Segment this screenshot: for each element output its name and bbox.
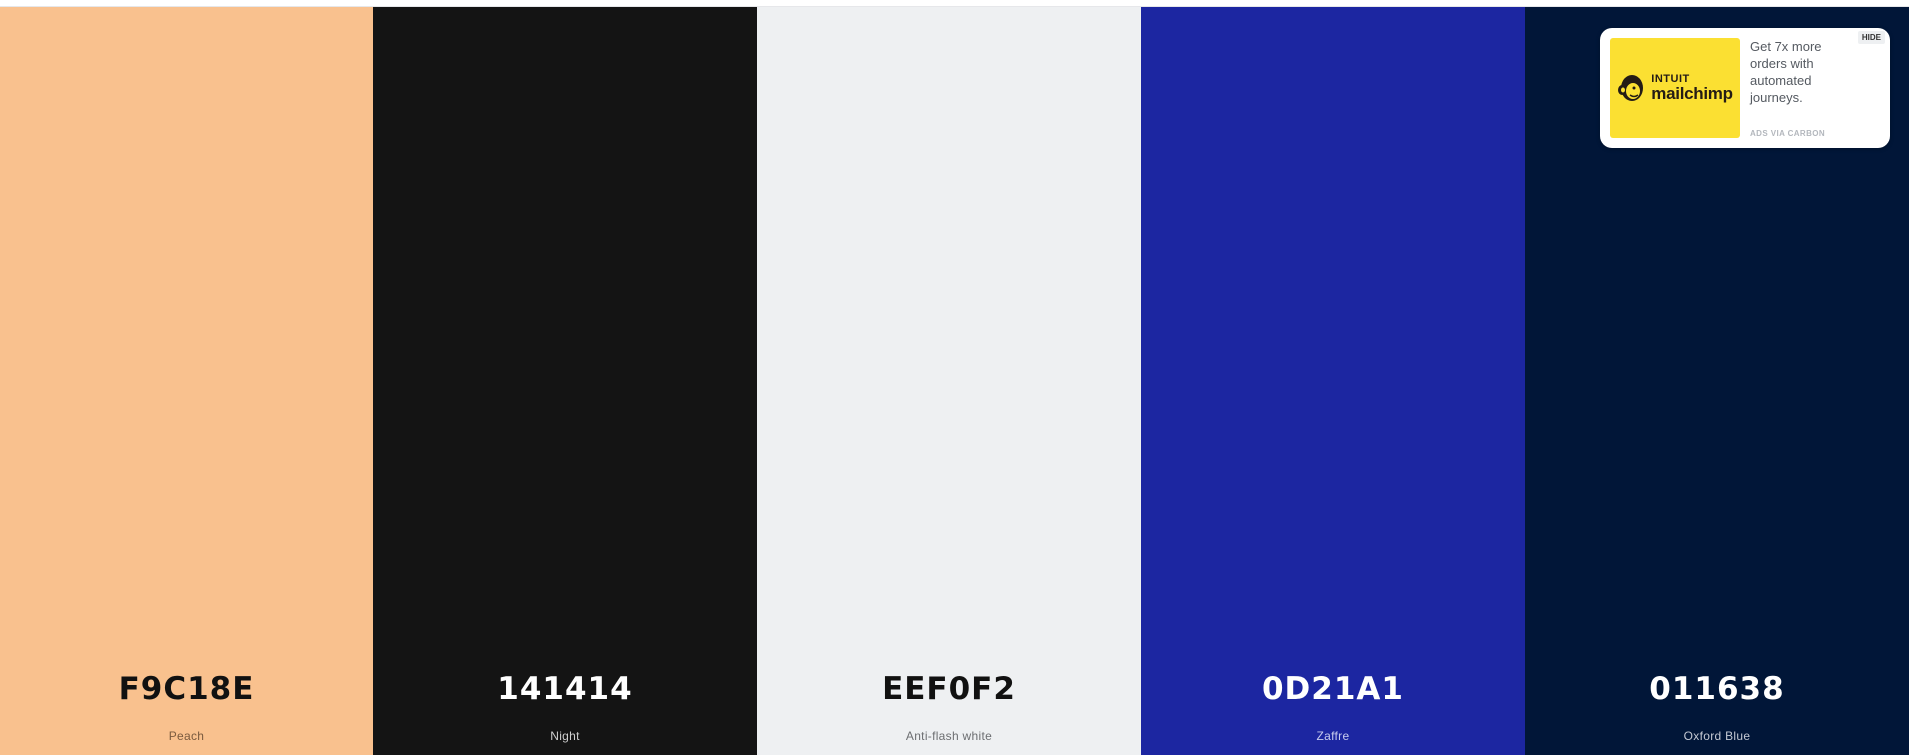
color-hex-code[interactable]: F9C18E [0, 671, 373, 707]
color-hex-code[interactable]: 141414 [373, 671, 757, 707]
color-swatch-zaffre[interactable]: 0D21A1 Zaffre [1141, 7, 1525, 755]
color-hex-code[interactable]: 0D21A1 [1141, 671, 1525, 707]
color-name: Oxford Blue [1683, 729, 1751, 743]
carbon-ad-card: INTUIT mailchimp Get 7x more orders with… [1600, 28, 1890, 148]
ads-via-carbon-link[interactable]: ADS VIA CARBON [1750, 129, 1825, 138]
color-name: Night [550, 729, 580, 743]
ad-image[interactable]: INTUIT mailchimp [1610, 38, 1740, 138]
color-swatch-peach[interactable]: F9C18E Peach [0, 7, 373, 755]
mailchimp-logo: INTUIT mailchimp [1617, 71, 1733, 105]
brand-bottom-text: mailchimp [1651, 84, 1733, 103]
ad-text-link[interactable]: Get 7x more orders with automated journe… [1750, 38, 1850, 106]
color-hex-code[interactable]: 011638 [1525, 671, 1909, 707]
color-name: Anti-flash white [905, 729, 993, 743]
freddie-monkey-icon [1618, 75, 1644, 101]
color-swatch-anti-flash-white[interactable]: EEF0F2 Anti-flash white [757, 7, 1141, 755]
color-name: Peach [168, 729, 205, 743]
color-swatch-night[interactable]: 141414 Night [373, 7, 757, 755]
top-bar [0, 0, 1909, 7]
color-hex-code[interactable]: EEF0F2 [757, 671, 1141, 707]
color-name: Zaffre [1316, 729, 1350, 743]
hide-ad-button[interactable]: HIDE [1857, 31, 1885, 44]
